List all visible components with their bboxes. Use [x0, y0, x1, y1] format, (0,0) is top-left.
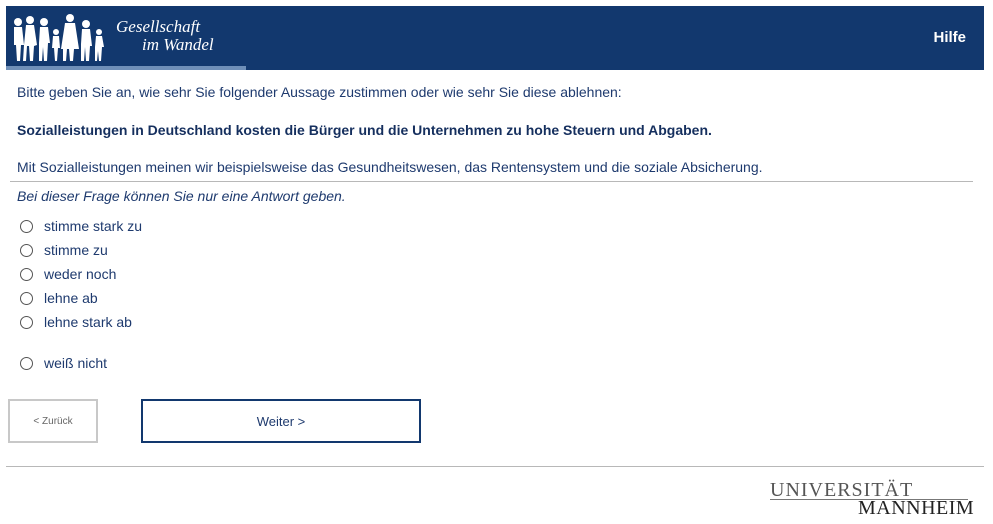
- logo-line2: im Wandel: [142, 35, 214, 54]
- people-silhouettes-icon: [14, 14, 104, 61]
- header-bar: Gesellschaft im Wandel Hilfe: [6, 6, 984, 70]
- radio-button[interactable]: [20, 219, 33, 233]
- option-weder-noch[interactable]: weder noch: [20, 264, 116, 284]
- option-label: lehne ab: [44, 290, 98, 306]
- survey-logo: Gesellschaft im Wandel: [6, 6, 246, 70]
- question-intro: Bitte geben Sie an, wie sehr Sie folgend…: [17, 84, 622, 100]
- university-mannheim-logo: UNIVERSITÄT MANNHEIM: [770, 480, 974, 520]
- survey-logo-text: Gesellschaft im Wandel: [116, 18, 214, 54]
- logo-line1: Gesellschaft: [116, 17, 201, 36]
- option-label: weiß nicht: [44, 355, 108, 371]
- option-label: stimme stark zu: [44, 218, 143, 234]
- option-stimme-zu[interactable]: stimme zu: [20, 240, 108, 260]
- option-stimme-stark-zu[interactable]: stimme stark zu: [20, 216, 142, 236]
- question-explanation: Mit Sozialleistungen meinen wir beispiel…: [17, 159, 763, 175]
- university-logo-line2: MANNHEIM: [858, 497, 975, 519]
- radio-button[interactable]: [20, 243, 33, 257]
- question-divider: [10, 181, 973, 182]
- logo-underline: [6, 66, 246, 70]
- next-button[interactable]: Weiter >: [141, 399, 421, 443]
- back-button[interactable]: < Zurück: [8, 399, 98, 443]
- radio-button[interactable]: [20, 267, 33, 281]
- radio-button[interactable]: [20, 356, 33, 370]
- option-label: lehne stark ab: [44, 314, 132, 330]
- footer-divider: [6, 466, 984, 467]
- option-lehne-stark-ab[interactable]: lehne stark ab: [20, 312, 132, 332]
- question-statement: Sozialleistungen in Deutschland kosten d…: [17, 122, 712, 138]
- option-label: weder noch: [44, 266, 117, 282]
- option-label: stimme zu: [44, 242, 108, 258]
- survey-page: Gesellschaft im Wandel Hilfe Bitte geben…: [0, 0, 993, 524]
- option-weiss-nicht[interactable]: weiß nicht: [20, 353, 107, 373]
- answer-instruction: Bei dieser Frage können Sie nur eine Ant…: [17, 188, 346, 204]
- option-lehne-ab[interactable]: lehne ab: [20, 288, 98, 308]
- radio-button[interactable]: [20, 291, 33, 305]
- radio-button[interactable]: [20, 315, 33, 329]
- help-link[interactable]: Hilfe: [933, 29, 966, 46]
